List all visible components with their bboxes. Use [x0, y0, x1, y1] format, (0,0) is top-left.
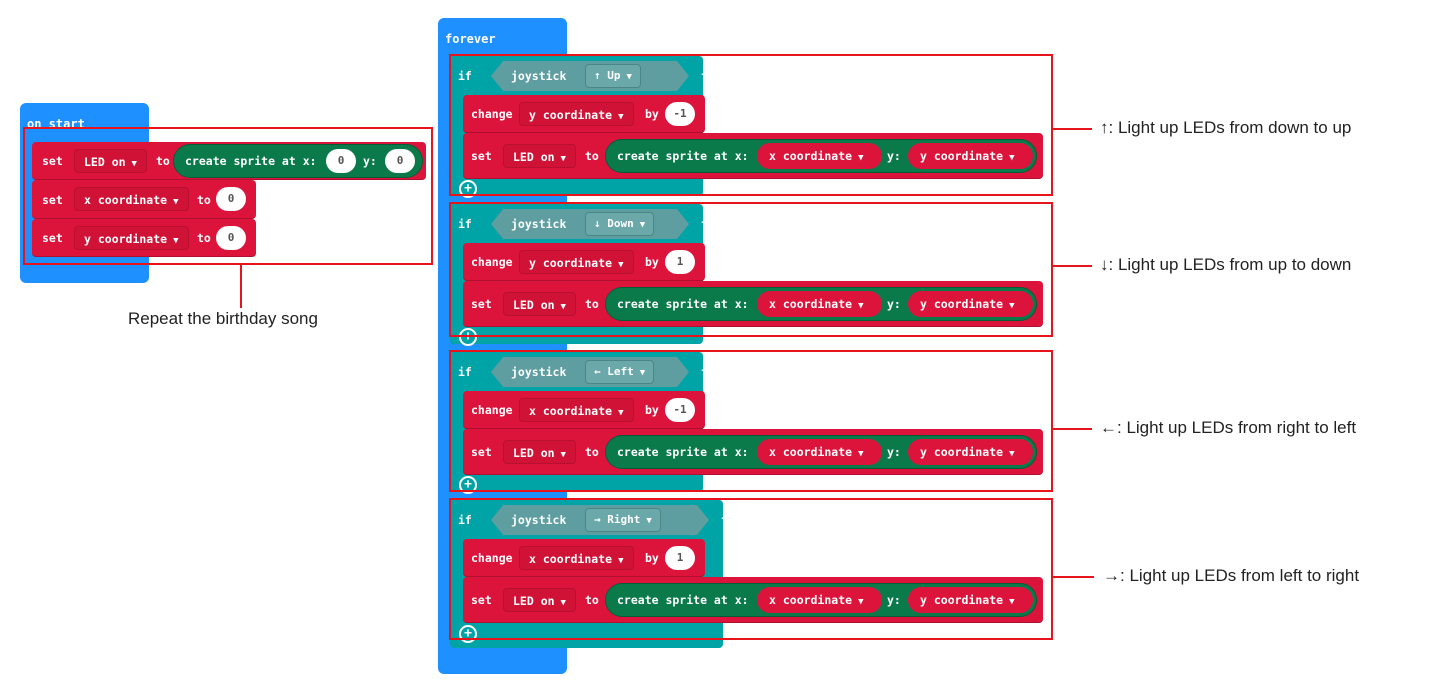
connector-line — [1052, 576, 1094, 578]
connector-line — [1052, 428, 1092, 430]
annotation-branch: ↓: Light up LEDs from up to down — [1100, 255, 1352, 274]
connector-line — [1052, 265, 1092, 267]
forever-label: forever — [445, 32, 496, 46]
annotation-on-start: Repeat the birthday song — [128, 309, 318, 328]
highlight-box-branch — [449, 498, 1053, 640]
annotation-branch: →: Light up LEDs from left to right — [1103, 566, 1360, 585]
highlight-box-branch — [449, 202, 1053, 337]
connector-line — [1052, 128, 1092, 130]
annotation-branch: ↑: Light up LEDs from down to up — [1100, 118, 1352, 137]
highlight-box-branch — [449, 350, 1053, 492]
connector-line — [240, 264, 242, 308]
annotation-branch: ←: Light up LEDs from right to left — [1100, 418, 1357, 437]
highlight-box-on-start — [23, 127, 433, 265]
highlight-box-branch — [449, 54, 1053, 196]
